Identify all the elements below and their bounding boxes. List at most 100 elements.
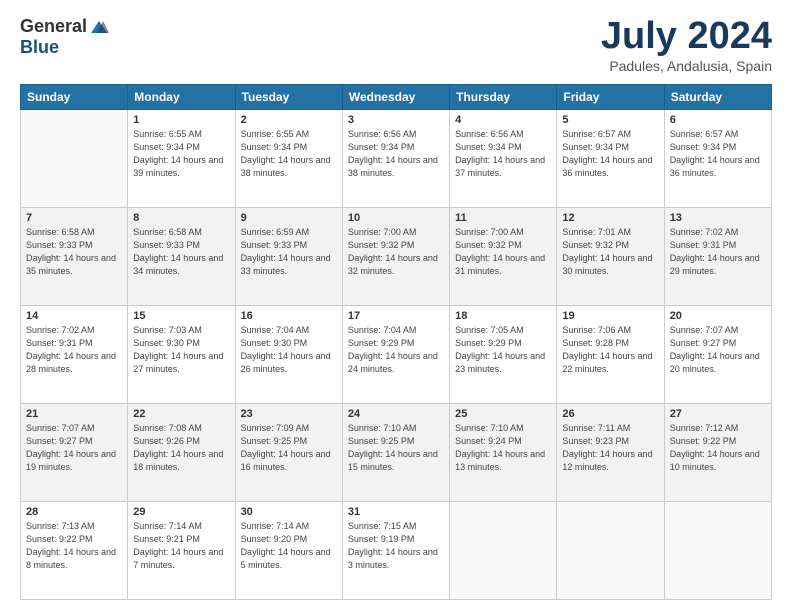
- table-row: [450, 501, 557, 599]
- day-number: 28: [26, 506, 122, 518]
- table-row: 13 Sunrise: 7:02 AM Sunset: 9:31 PM Dayli…: [664, 207, 771, 305]
- day-info: Sunrise: 6:56 AM Sunset: 9:34 PM Dayligh…: [455, 128, 551, 180]
- day-number: 16: [241, 310, 337, 322]
- table-row: 22 Sunrise: 7:08 AM Sunset: 9:26 PM Dayli…: [128, 403, 235, 501]
- day-info: Sunrise: 7:05 AM Sunset: 9:29 PM Dayligh…: [455, 324, 551, 376]
- day-info: Sunrise: 6:56 AM Sunset: 9:34 PM Dayligh…: [348, 128, 444, 180]
- table-row: 10 Sunrise: 7:00 AM Sunset: 9:32 PM Dayli…: [342, 207, 449, 305]
- table-row: 3 Sunrise: 6:56 AM Sunset: 9:34 PM Daylig…: [342, 109, 449, 207]
- day-info: Sunrise: 7:15 AM Sunset: 9:19 PM Dayligh…: [348, 520, 444, 572]
- day-number: 29: [133, 506, 229, 518]
- day-number: 5: [562, 114, 658, 126]
- table-row: 27 Sunrise: 7:12 AM Sunset: 9:22 PM Dayli…: [664, 403, 771, 501]
- table-row: 6Sunrise: 6:57 AM Sunset: 9:34 PM Daylig…: [664, 109, 771, 207]
- month-title: July 2024: [601, 16, 772, 58]
- table-row: 16 Sunrise: 7:04 AM Sunset: 9:30 PM Dayli…: [235, 305, 342, 403]
- day-number: 13: [670, 212, 766, 224]
- day-info: Sunrise: 7:08 AM Sunset: 9:26 PM Dayligh…: [133, 422, 229, 474]
- day-number: 17: [348, 310, 444, 322]
- day-info: Sunrise: 7:13 AM Sunset: 9:22 PM Dayligh…: [26, 520, 122, 572]
- day-info: Sunrise: 6:55 AM Sunset: 9:34 PM Dayligh…: [241, 128, 337, 180]
- day-info: Sunrise: 7:01 AM Sunset: 9:32 PM Dayligh…: [562, 226, 658, 278]
- day-number: 14: [26, 310, 122, 322]
- day-number: 10: [348, 212, 444, 224]
- logo-blue: Blue: [20, 37, 59, 58]
- day-info: Sunrise: 7:07 AM Sunset: 9:27 PM Dayligh…: [26, 422, 122, 474]
- table-row: 25Sunrise: 7:10 AM Sunset: 9:24 PM Dayli…: [450, 403, 557, 501]
- col-saturday: Saturday: [664, 84, 771, 109]
- table-row: [557, 501, 664, 599]
- day-number: 9: [241, 212, 337, 224]
- day-info: Sunrise: 6:58 AM Sunset: 9:33 PM Dayligh…: [133, 226, 229, 278]
- day-info: Sunrise: 7:07 AM Sunset: 9:27 PM Dayligh…: [670, 324, 766, 376]
- table-row: 2 Sunrise: 6:55 AM Sunset: 9:34 PM Daylig…: [235, 109, 342, 207]
- table-row: [664, 501, 771, 599]
- day-number: 22: [133, 408, 229, 420]
- day-number: 3: [348, 114, 444, 126]
- table-row: 31Sunrise: 7:15 AM Sunset: 9:19 PM Dayli…: [342, 501, 449, 599]
- table-row: 9 Sunrise: 6:59 AM Sunset: 9:33 PM Daylig…: [235, 207, 342, 305]
- day-info: Sunrise: 7:02 AM Sunset: 9:31 PM Dayligh…: [670, 226, 766, 278]
- page: General Blue July 2024 Padules, Andalusi…: [0, 0, 792, 612]
- day-info: Sunrise: 7:04 AM Sunset: 9:29 PM Dayligh…: [348, 324, 444, 376]
- table-row: 4 Sunrise: 6:56 AM Sunset: 9:34 PM Daylig…: [450, 109, 557, 207]
- table-row: 15 Sunrise: 7:03 AM Sunset: 9:30 PM Dayli…: [128, 305, 235, 403]
- col-thursday: Thursday: [450, 84, 557, 109]
- day-number: 23: [241, 408, 337, 420]
- day-info: Sunrise: 7:00 AM Sunset: 9:32 PM Dayligh…: [455, 226, 551, 278]
- calendar-week-row: 28 Sunrise: 7:13 AM Sunset: 9:22 PM Dayli…: [21, 501, 772, 599]
- table-row: 29Sunrise: 7:14 AM Sunset: 9:21 PM Dayli…: [128, 501, 235, 599]
- day-number: 11: [455, 212, 551, 224]
- day-info: Sunrise: 6:57 AM Sunset: 9:34 PM Dayligh…: [670, 128, 766, 180]
- table-row: 26Sunrise: 7:11 AM Sunset: 9:23 PM Dayli…: [557, 403, 664, 501]
- day-info: Sunrise: 7:11 AM Sunset: 9:23 PM Dayligh…: [562, 422, 658, 474]
- day-number: 4: [455, 114, 551, 126]
- day-number: 7: [26, 212, 122, 224]
- table-row: 7 Sunrise: 6:58 AM Sunset: 9:33 PM Daylig…: [21, 207, 128, 305]
- day-info: Sunrise: 7:02 AM Sunset: 9:31 PM Dayligh…: [26, 324, 122, 376]
- col-monday: Monday: [128, 84, 235, 109]
- logo: General Blue: [20, 16, 109, 58]
- day-number: 1: [133, 114, 229, 126]
- table-row: 19 Sunrise: 7:06 AM Sunset: 9:28 PM Dayli…: [557, 305, 664, 403]
- day-info: Sunrise: 7:09 AM Sunset: 9:25 PM Dayligh…: [241, 422, 337, 474]
- table-row: 8Sunrise: 6:58 AM Sunset: 9:33 PM Daylig…: [128, 207, 235, 305]
- day-info: Sunrise: 6:58 AM Sunset: 9:33 PM Dayligh…: [26, 226, 122, 278]
- logo-general: General: [20, 16, 87, 37]
- header: General Blue July 2024 Padules, Andalusi…: [20, 16, 772, 74]
- table-row: 30 Sunrise: 7:14 AM Sunset: 9:20 PM Dayli…: [235, 501, 342, 599]
- calendar-header-row: Sunday Monday Tuesday Wednesday Thursday…: [21, 84, 772, 109]
- day-info: Sunrise: 6:59 AM Sunset: 9:33 PM Dayligh…: [241, 226, 337, 278]
- day-info: Sunrise: 7:00 AM Sunset: 9:32 PM Dayligh…: [348, 226, 444, 278]
- calendar-week-row: 1 Sunrise: 6:55 AM Sunset: 9:34 PM Daylig…: [21, 109, 772, 207]
- table-row: 5 Sunrise: 6:57 AM Sunset: 9:34 PM Daylig…: [557, 109, 664, 207]
- day-info: Sunrise: 7:14 AM Sunset: 9:20 PM Dayligh…: [241, 520, 337, 572]
- day-number: 15: [133, 310, 229, 322]
- day-number: 30: [241, 506, 337, 518]
- table-row: 14 Sunrise: 7:02 AM Sunset: 9:31 PM Dayli…: [21, 305, 128, 403]
- col-sunday: Sunday: [21, 84, 128, 109]
- day-info: Sunrise: 7:10 AM Sunset: 9:25 PM Dayligh…: [348, 422, 444, 474]
- table-row: 12Sunrise: 7:01 AM Sunset: 9:32 PM Dayli…: [557, 207, 664, 305]
- calendar-week-row: 14 Sunrise: 7:02 AM Sunset: 9:31 PM Dayli…: [21, 305, 772, 403]
- table-row: 11 Sunrise: 7:00 AM Sunset: 9:32 PM Dayli…: [450, 207, 557, 305]
- col-friday: Friday: [557, 84, 664, 109]
- table-row: 23 Sunrise: 7:09 AM Sunset: 9:25 PM Dayli…: [235, 403, 342, 501]
- day-number: 21: [26, 408, 122, 420]
- day-number: 27: [670, 408, 766, 420]
- day-info: Sunrise: 7:03 AM Sunset: 9:30 PM Dayligh…: [133, 324, 229, 376]
- day-number: 2: [241, 114, 337, 126]
- table-row: 24Sunrise: 7:10 AM Sunset: 9:25 PM Dayli…: [342, 403, 449, 501]
- day-number: 19: [562, 310, 658, 322]
- day-info: Sunrise: 6:57 AM Sunset: 9:34 PM Dayligh…: [562, 128, 658, 180]
- day-info: Sunrise: 7:06 AM Sunset: 9:28 PM Dayligh…: [562, 324, 658, 376]
- table-row: 17 Sunrise: 7:04 AM Sunset: 9:29 PM Dayli…: [342, 305, 449, 403]
- day-number: 25: [455, 408, 551, 420]
- logo-icon: [89, 19, 109, 35]
- day-info: Sunrise: 7:12 AM Sunset: 9:22 PM Dayligh…: [670, 422, 766, 474]
- location: Padules, Andalusia, Spain: [601, 58, 772, 74]
- title-block: July 2024 Padules, Andalusia, Spain: [601, 16, 772, 74]
- col-wednesday: Wednesday: [342, 84, 449, 109]
- calendar-table: Sunday Monday Tuesday Wednesday Thursday…: [20, 84, 772, 600]
- day-info: Sunrise: 7:04 AM Sunset: 9:30 PM Dayligh…: [241, 324, 337, 376]
